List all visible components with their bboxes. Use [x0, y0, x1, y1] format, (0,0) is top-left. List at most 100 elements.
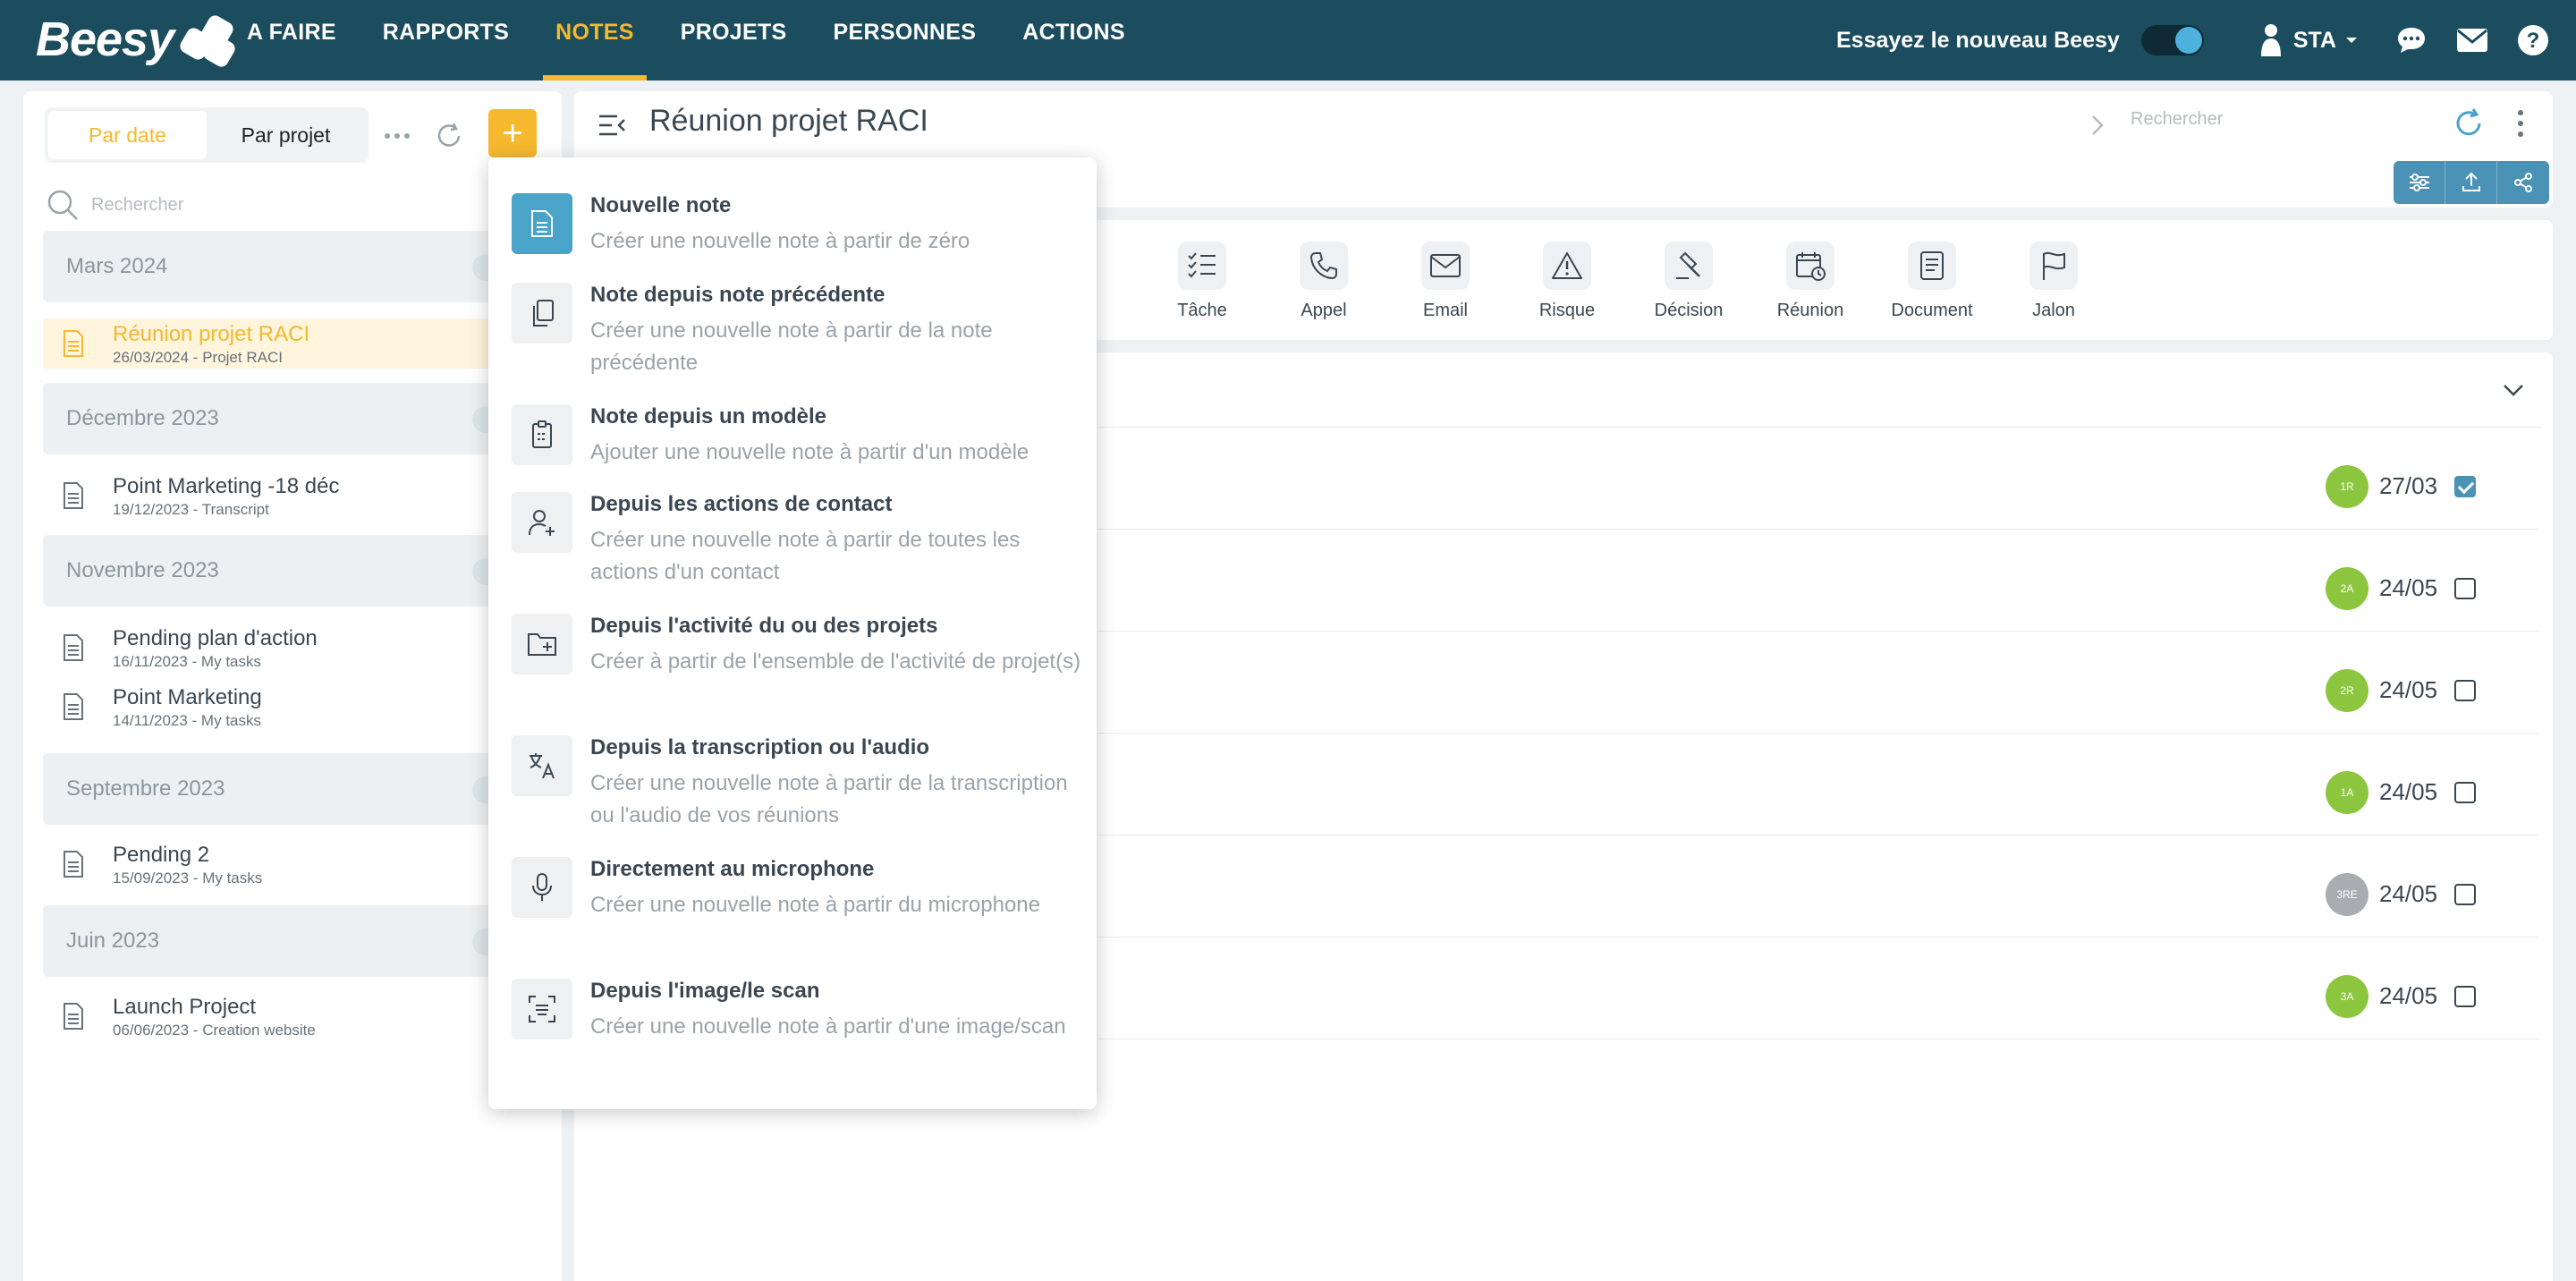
note-title: Launch Project [113, 995, 257, 1019]
note-list-item[interactable]: Point Marketing 14/11/2023 - My tasks [43, 682, 526, 732]
note-document-icon [64, 1003, 83, 1030]
month-label: Décembre 2023 [66, 406, 219, 430]
note-list-item[interactable]: Launch Project 06/06/2023 - Creation web… [43, 991, 526, 1041]
month-group-header[interactable]: Décembre 2023 1 [43, 383, 526, 454]
avatar: 1R [2326, 465, 2368, 508]
row-checkbox[interactable] [2454, 986, 2476, 1007]
user-menu[interactable]: STA [2258, 22, 2358, 58]
kebab-menu-icon[interactable] [2510, 106, 2531, 141]
avatar: 3RE [2326, 873, 2368, 916]
main-search-input[interactable]: Rechercher [2131, 109, 2223, 130]
notes-list-panel: Par date Par projet + Rechercher Mars 20… [23, 91, 562, 1281]
row-checkbox[interactable] [2454, 578, 2476, 599]
svg-text:?: ? [2527, 29, 2540, 53]
search-placeholder: Rechercher [91, 194, 184, 215]
menu-item-activite-projets[interactable]: Depuis l'activité du ou des projets Crée… [512, 614, 1084, 717]
type-risque[interactable]: Risque [1513, 242, 1621, 331]
copy-icon [512, 283, 572, 344]
month-group-header[interactable]: Mars 2024 1 [43, 231, 526, 302]
type-decision[interactable]: Décision [1635, 242, 1742, 331]
new-beesy-toggle[interactable] [2140, 25, 2204, 55]
menu-item-note-precedente[interactable]: Note depuis note précédente Créer une no… [512, 283, 1084, 386]
menu-item-image-scan[interactable]: Depuis l'image/le scan Créer une nouvell… [512, 979, 1084, 1082]
type-label: Email [1422, 301, 1468, 320]
row-date: 24/05 [2379, 574, 2438, 601]
note-title: Réunion projet RACI [113, 322, 310, 346]
nav-rapports[interactable]: RAPPORTS [360, 0, 532, 81]
avatar: 2R [2326, 669, 2368, 712]
upload-icon [2462, 172, 2480, 191]
chat-icon[interactable] [2394, 22, 2429, 58]
note-list-item[interactable]: Pending 2 15/09/2023 - My tasks [43, 839, 526, 889]
gavel-icon [1665, 242, 1713, 290]
refresh-icon[interactable] [2451, 106, 2487, 141]
chevron-right-icon[interactable] [2086, 113, 2107, 138]
nav-projets[interactable]: PROJETS [657, 0, 810, 81]
user-label: STA [2292, 27, 2336, 53]
menu-item-description: Créer à partir de l'ensemble de l'activi… [590, 649, 1081, 674]
month-label: Septembre 2023 [66, 776, 225, 801]
collapse-panel-icon[interactable] [596, 109, 628, 141]
note-subtitle: 19/12/2023 - Transcript [113, 501, 269, 518]
note-list-item[interactable]: Réunion projet RACI 26/03/2024 - Projet … [43, 318, 526, 369]
nav-actions[interactable]: ACTIONS [999, 0, 1148, 81]
scan-icon [512, 979, 572, 1039]
refresh-icon[interactable] [428, 115, 470, 157]
menu-item-modele[interactable]: Note depuis un modèle Ajouter une nouvel… [512, 404, 1084, 476]
row-date: 24/05 [2379, 676, 2438, 703]
row-checkbox[interactable] [2454, 680, 2476, 701]
type-reunion[interactable]: Réunion [1757, 242, 1864, 331]
row-checkbox[interactable] [2454, 476, 2476, 497]
note-list-item[interactable]: Point Marketing -18 déc 19/12/2023 - Tra… [43, 471, 526, 521]
document-icon [512, 193, 572, 254]
menu-item-description: Créer une nouvelle note à partir de zéro [590, 229, 970, 253]
type-email[interactable]: Email [1392, 242, 1499, 331]
type-tache[interactable]: Tâche [1148, 242, 1256, 331]
nav-personnes[interactable]: PERSONNES [810, 0, 1000, 81]
menu-item-nouvelle-note[interactable]: Nouvelle note Créer une nouvelle note à … [512, 193, 1084, 265]
sort-segmented-control: Par date Par projet [45, 107, 369, 163]
type-label: Document [1891, 301, 1973, 320]
warning-icon [1543, 242, 1591, 290]
type-document[interactable]: Document [1878, 242, 1986, 331]
mail-icon[interactable] [2454, 22, 2490, 58]
top-navigation-bar: Beesy A FAIRE RAPPORTS NOTES PROJETS PER… [0, 0, 2576, 81]
more-options-icon[interactable] [372, 116, 422, 156]
tab-par-date[interactable]: Par date [48, 111, 207, 159]
menu-item-transcription[interactable]: Depuis la transcription ou l'audio Créer… [512, 735, 1084, 839]
type-jalon[interactable]: Jalon [2000, 242, 2107, 331]
menu-item-description: Ajouter une nouvelle note à partir d'un … [590, 440, 1030, 464]
note-document-icon [64, 330, 83, 357]
filter-settings-button[interactable] [2394, 161, 2445, 204]
menu-item-microphone[interactable]: Directement au microphone Créer une nouv… [512, 857, 1084, 961]
row-checkbox[interactable] [2454, 884, 2476, 905]
notes-search[interactable]: Rechercher [45, 182, 528, 227]
month-label: Mars 2024 [66, 254, 168, 278]
note-title: Pending 2 [113, 843, 210, 867]
type-label: Appel [1301, 301, 1347, 320]
chevron-down-icon[interactable] [2499, 376, 2528, 404]
menu-item-actions-contact[interactable]: Depuis les actions de contact Créer une … [512, 492, 1084, 596]
note-list-item[interactable]: Pending plan d'action 16/11/2023 - My ta… [43, 623, 526, 673]
share-button[interactable] [2497, 161, 2549, 204]
clipboard-icon [512, 404, 572, 465]
tab-par-projet[interactable]: Par projet [207, 111, 365, 159]
type-appel[interactable]: Appel [1270, 242, 1377, 331]
menu-item-title: Note depuis un modèle [590, 404, 827, 428]
nav-a-faire[interactable]: A FAIRE [224, 0, 360, 81]
export-button[interactable] [2445, 161, 2497, 204]
share-icon [2514, 173, 2532, 192]
help-icon[interactable]: ? [2515, 22, 2551, 58]
menu-item-description: Créer une nouvelle note à partir de la t… [590, 771, 1068, 827]
microphone-icon [512, 857, 572, 918]
month-group-header[interactable]: Septembre 2023 1 [43, 753, 526, 825]
add-note-button[interactable]: + [488, 109, 537, 157]
month-group-header[interactable]: Novembre 2023 2 [43, 535, 526, 607]
row-date: 24/05 [2379, 880, 2438, 907]
main-nav: A FAIRE RAPPORTS NOTES PROJETS PERSONNES… [224, 0, 1148, 81]
month-group-header[interactable]: Juin 2023 1 [43, 905, 526, 977]
nav-notes[interactable]: NOTES [532, 0, 657, 81]
row-checkbox[interactable] [2454, 782, 2476, 803]
row-date: 27/03 [2379, 472, 2438, 499]
beesy-logo[interactable]: Beesy [36, 13, 240, 70]
